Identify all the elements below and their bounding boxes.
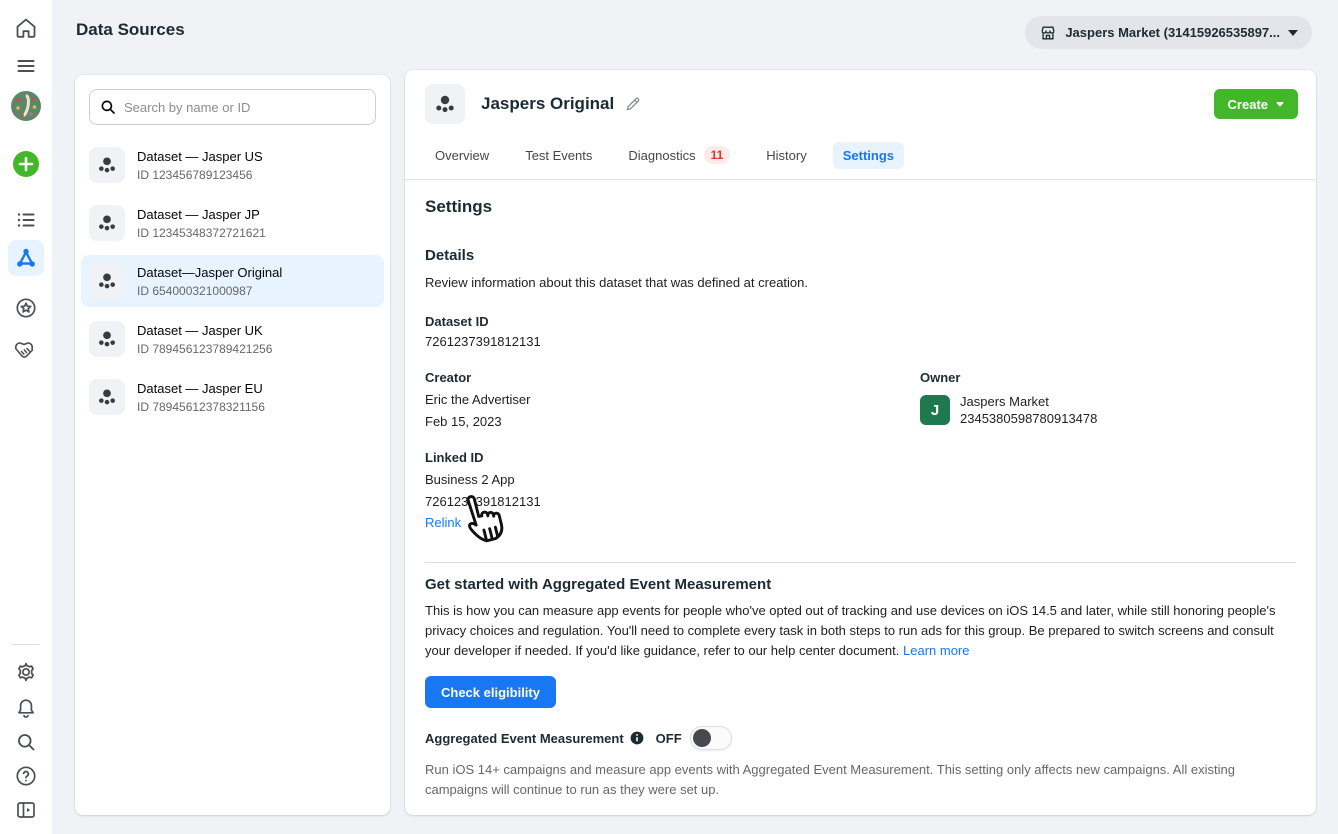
- dataset-name: Dataset — Jasper UK: [137, 323, 272, 339]
- dataset-detail-panel: Jaspers Original Create Overview Test Ev…: [405, 70, 1316, 815]
- dataset-name: Dataset—Jasper Original: [137, 265, 282, 281]
- edit-pencil-icon[interactable]: [624, 95, 642, 113]
- info-icon[interactable]: [630, 731, 644, 745]
- dataset-icon: [89, 379, 125, 415]
- settings-heading: Settings: [425, 197, 1296, 217]
- check-eligibility-button[interactable]: Check eligibility: [425, 676, 556, 708]
- tab-bar: Overview Test Events Diagnostics 11 Hist…: [425, 140, 1316, 170]
- search-input[interactable]: [89, 89, 376, 125]
- list-item-dataset-jasper-eu[interactable]: Dataset — Jasper EU ID 78945612378321156: [81, 371, 384, 423]
- aem-toggle-description: Run iOS 14+ campaigns and measure app ev…: [425, 760, 1296, 800]
- owner-label: Owner: [920, 370, 1097, 385]
- aem-description: This is how you can measure app events f…: [425, 601, 1296, 661]
- linked-app-name: Business 2 App: [425, 472, 1296, 487]
- rail-search-icon[interactable]: [8, 724, 44, 760]
- details-heading: Details: [425, 247, 1296, 264]
- aem-toggle-label: Aggregated Event Measurement: [425, 731, 624, 746]
- dataset-id: ID 78945612378321156: [137, 400, 265, 414]
- tab-test-events[interactable]: Test Events: [515, 142, 602, 169]
- owner-avatar: J: [920, 395, 950, 425]
- dataset-icon: [89, 147, 125, 183]
- linked-id-label: Linked ID: [425, 450, 1296, 465]
- tab-settings[interactable]: Settings: [833, 142, 904, 169]
- business-selector-label: Jaspers Market (31415926535897...: [1065, 25, 1280, 40]
- linked-id-value: 7261237391812131: [425, 494, 1296, 509]
- help-icon[interactable]: [8, 758, 44, 794]
- creator-name: Eric the Advertiser: [425, 392, 920, 407]
- tab-underline: [405, 179, 1316, 180]
- list-item-dataset-jasper-us[interactable]: Dataset — Jasper US ID 123456789123456: [81, 139, 384, 191]
- notifications-bell-icon[interactable]: [8, 690, 44, 726]
- storefront-icon: [1039, 24, 1057, 42]
- left-rail: [0, 0, 52, 834]
- details-description: Review information about this dataset th…: [425, 273, 1296, 293]
- dataset-name: Dataset — Jasper JP: [137, 207, 266, 223]
- learn-more-link[interactable]: Learn more: [903, 643, 969, 658]
- creator-date: Feb 15, 2023: [425, 414, 920, 429]
- dataset-name: Dataset — Jasper EU: [137, 381, 265, 397]
- home-icon[interactable]: [8, 10, 44, 46]
- tab-history[interactable]: History: [756, 142, 816, 169]
- dataset-id-value: 7261237391812131: [425, 334, 1296, 349]
- dataset-id: ID 123456789123456: [137, 168, 263, 182]
- create-plus-icon[interactable]: [8, 146, 44, 182]
- dataset-name: Dataset — Jasper US: [137, 149, 263, 165]
- dataset-id-label: Dataset ID: [425, 314, 1296, 329]
- collapse-panel-icon[interactable]: [8, 792, 44, 828]
- list-item-dataset-jasper-original[interactable]: Dataset—Jasper Original ID 6540003210009…: [81, 255, 384, 307]
- dataset-icon: [89, 263, 125, 299]
- dataset-id: ID 654000321000987: [137, 284, 282, 298]
- relink-link[interactable]: Relink: [425, 515, 461, 530]
- dataset-icon: [89, 205, 125, 241]
- list-item-dataset-jasper-uk[interactable]: Dataset — Jasper UK ID 78945612378942125…: [81, 313, 384, 365]
- settings-gear-icon[interactable]: [8, 654, 44, 690]
- aem-toggle[interactable]: [690, 726, 732, 750]
- create-button[interactable]: Create: [1214, 89, 1298, 119]
- toggle-state-label: OFF: [656, 731, 682, 746]
- business-selector[interactable]: Jaspers Market (31415926535897...: [1025, 16, 1312, 49]
- tab-overview[interactable]: Overview: [425, 142, 499, 169]
- rail-divider: [12, 644, 40, 645]
- dataset-id: ID 12345348372721621: [137, 226, 266, 240]
- partners-icon[interactable]: [8, 332, 44, 368]
- list-item-dataset-jasper-jp[interactable]: Dataset — Jasper JP ID 12345348372721621: [81, 197, 384, 249]
- dataset-icon: [425, 84, 465, 124]
- aem-heading: Get started with Aggregated Event Measur…: [425, 576, 1296, 593]
- owner-id: 2345380598780913478: [960, 410, 1097, 427]
- page-title: Data Sources: [76, 20, 185, 40]
- creator-label: Creator: [425, 370, 920, 385]
- chevron-down-icon: [1276, 102, 1284, 107]
- search-icon: [99, 98, 117, 116]
- dataset-list-panel: Dataset — Jasper US ID 123456789123456 D…: [75, 75, 390, 815]
- owner-name: Jaspers Market: [960, 393, 1097, 410]
- dataset-icon: [89, 321, 125, 357]
- section-divider: [425, 562, 1296, 563]
- menu-icon[interactable]: [8, 48, 44, 84]
- list-icon[interactable]: [8, 202, 44, 238]
- star-badge-icon[interactable]: [8, 290, 44, 326]
- diagnostics-count-badge: 11: [704, 146, 731, 164]
- business-avatar[interactable]: [8, 88, 44, 124]
- chevron-down-icon: [1288, 30, 1298, 36]
- dataset-id: ID 789456123789421256: [137, 342, 272, 356]
- dataset-title: Jaspers Original: [481, 94, 614, 114]
- data-sources-icon[interactable]: [8, 240, 44, 276]
- tab-diagnostics[interactable]: Diagnostics 11: [618, 140, 740, 170]
